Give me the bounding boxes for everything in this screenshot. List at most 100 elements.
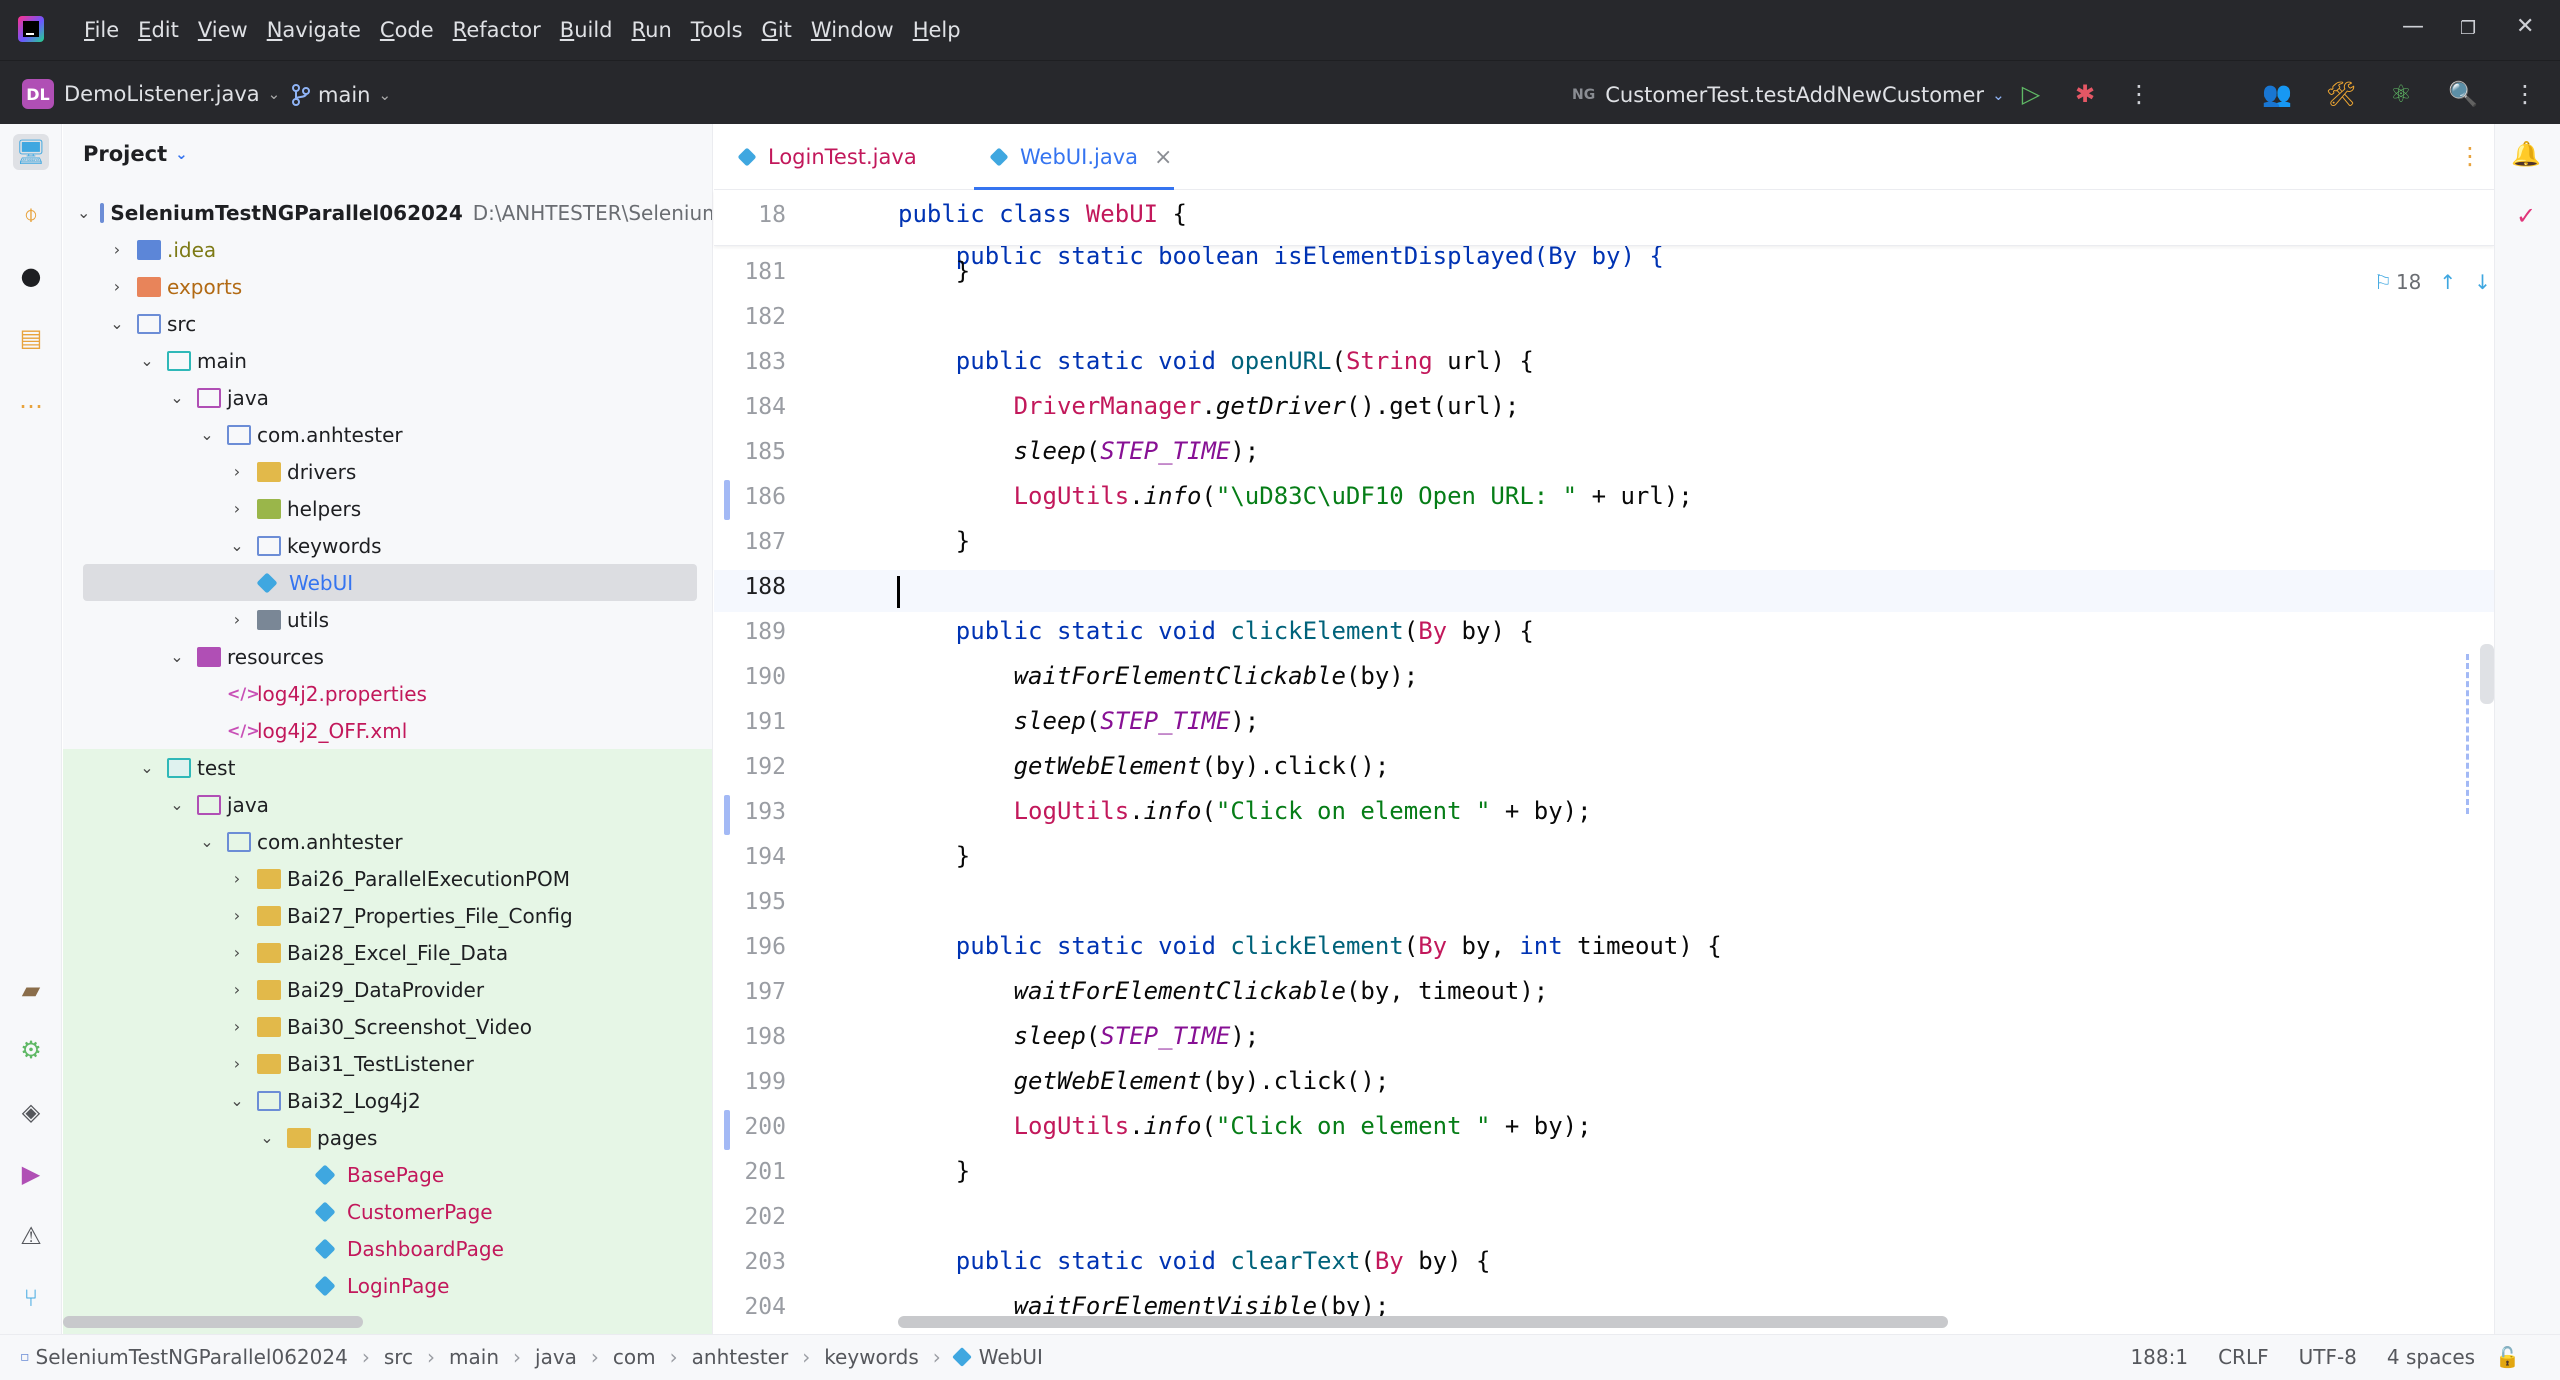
tree-item-java[interactable]: ⌄ java (63, 379, 697, 416)
git-icon[interactable]: ⑂ (13, 1280, 49, 1316)
tree-item-helpers[interactable]: › helpers (63, 490, 697, 527)
sticky-scroll-header[interactable]: 18 public class WebUI { ⚐ 18 ↑ ↓ (714, 190, 2494, 294)
tree-item-src[interactable]: ⌄ src (63, 305, 697, 342)
chevron-down-icon[interactable]: ⌄ (197, 425, 217, 444)
tree-item-bai32[interactable]: ⌄ Bai32_Log4j2 (63, 1082, 697, 1119)
chevron-right-icon[interactable]: › (227, 906, 247, 925)
tree-item-loginpage[interactable]: LoginPage (63, 1267, 697, 1304)
menu-file[interactable]: File (84, 18, 119, 42)
tree-item-test[interactable]: ⌄ test (63, 749, 697, 786)
tree-item-webui[interactable]: WebUI (83, 564, 697, 601)
tree-item-bai31[interactable]: › Bai31_TestListener (63, 1045, 697, 1082)
more-actions-icon[interactable]: ⋮ (2124, 79, 2154, 109)
tree-item-test-java[interactable]: ⌄ java (63, 786, 697, 823)
menu-refactor[interactable]: Refactor (453, 18, 541, 42)
restore-icon[interactable]: ❐ (2460, 18, 2476, 39)
breadcrumb-item[interactable]: WebUI (979, 1345, 1043, 1369)
chevron-right-icon[interactable]: › (227, 869, 247, 888)
tree-item-bai30[interactable]: › Bai30_Screenshot_Video (63, 1008, 697, 1045)
breadcrumb-item[interactable]: java (535, 1345, 577, 1369)
project-panel-header[interactable]: Project ⌄ (83, 142, 188, 166)
notifications-icon[interactable]: 🔔 (2508, 136, 2544, 172)
debug-icon[interactable]: ✱ (2070, 79, 2100, 109)
breadcrumb-item[interactable]: keywords (824, 1345, 919, 1369)
run-configuration-selector[interactable]: NG CustomerTest.testAddNewCustomer ⌄ (1572, 83, 2005, 107)
tree-item-customerpage[interactable]: CustomerPage (63, 1193, 697, 1230)
caret-position[interactable]: 188:1 (2130, 1345, 2188, 1369)
arrow-up-icon[interactable]: ↑ (2439, 270, 2456, 294)
tree-item-keywords[interactable]: ⌄ keywords (63, 527, 697, 564)
code-area[interactable]: public static boolean isElementDisplayed… (714, 190, 2494, 1320)
breadcrumb-item[interactable]: main (449, 1345, 499, 1369)
services-icon[interactable]: ⚙ (13, 1032, 49, 1068)
tree-item-test-package[interactable]: ⌄ com.anhtester (63, 823, 697, 860)
tree-item-exports[interactable]: › exports (63, 268, 697, 305)
tree-item-pages[interactable]: ⌄ pages (63, 1119, 697, 1156)
chevron-right-icon[interactable]: › (107, 277, 127, 296)
tree-item-basepage[interactable]: BasePage (63, 1156, 697, 1193)
chevron-down-icon[interactable]: ⌄ (167, 647, 187, 666)
search-icon[interactable]: 🔍 (2448, 79, 2478, 109)
chevron-right-icon[interactable]: › (227, 499, 247, 518)
chevron-right-icon[interactable]: › (227, 1054, 247, 1073)
tree-item-drivers[interactable]: › drivers (63, 453, 697, 490)
ai-plugin-icon[interactable]: ✓ (2508, 198, 2544, 234)
project-tool-icon[interactable]: 🖥 (13, 134, 49, 170)
menu-view[interactable]: View (198, 18, 248, 42)
tree-item-bai26[interactable]: › Bai26_ParallelExecutionPOM (63, 860, 697, 897)
breadcrumb-item[interactable]: com (613, 1345, 656, 1369)
tree-item-log4j2-properties[interactable]: </> log4j2.properties (63, 675, 697, 712)
code-with-me-icon[interactable]: 👥 (2262, 79, 2292, 109)
layers-icon[interactable]: ◈ (13, 1094, 49, 1130)
chevron-down-icon[interactable]: ⌄ (167, 388, 187, 407)
terminal-icon[interactable]: ▶ (13, 1156, 49, 1192)
menu-build[interactable]: Build (560, 18, 613, 42)
inspection-widget[interactable]: ⚐ 18 ↑ ↓ (2374, 270, 2491, 294)
menu-window[interactable]: Window (811, 18, 894, 42)
chevron-right-icon[interactable]: › (227, 610, 247, 629)
tree-item-package[interactable]: ⌄ com.anhtester (63, 416, 697, 453)
tree-item-bai29[interactable]: › Bai29_DataProvider (63, 971, 697, 1008)
chevron-down-icon[interactable]: ⌄ (197, 832, 217, 851)
chevron-down-icon[interactable]: ⌄ (137, 758, 157, 777)
breadcrumb-item[interactable]: src (384, 1345, 413, 1369)
branch-selector[interactable]: main ⌄ (292, 83, 391, 107)
build-tools-icon[interactable]: 🛠 (2326, 79, 2356, 109)
menu-help[interactable]: Help (913, 18, 961, 42)
tab-logintest[interactable]: LoginTest.java (737, 124, 958, 190)
run-icon[interactable]: ▷ (2016, 79, 2046, 109)
chevron-right-icon[interactable]: › (227, 980, 247, 999)
menu-tools[interactable]: Tools (691, 18, 743, 42)
tree-item-resources[interactable]: ⌄ resources (63, 638, 697, 675)
commit-icon[interactable]: ⌽ (13, 196, 49, 232)
breadcrumb-item[interactable]: anhtester (692, 1345, 789, 1369)
chevron-right-icon[interactable]: › (107, 240, 127, 259)
chevron-down-icon[interactable]: ⌄ (137, 351, 157, 370)
bookmarks-icon[interactable]: ▰ (13, 972, 49, 1008)
menu-run[interactable]: Run (632, 18, 672, 42)
tree-item-bai28[interactable]: › Bai28_Excel_File_Data (63, 934, 697, 971)
chevron-right-icon[interactable]: › (227, 943, 247, 962)
indent-setting[interactable]: 4 spaces (2387, 1345, 2475, 1369)
project-selector[interactable]: DL DemoListener.java ⌄ (22, 79, 280, 109)
arrow-down-icon[interactable]: ↓ (2474, 270, 2491, 294)
tree-item-bai27[interactable]: › Bai27_Properties_File_Config (63, 897, 697, 934)
tree-item-dashboardpage[interactable]: DashboardPage (63, 1230, 697, 1267)
menu-edit[interactable]: Edit (138, 18, 179, 42)
tab-options-icon[interactable]: ⋮ (2458, 142, 2482, 170)
chevron-down-icon[interactable]: ⌄ (107, 314, 127, 333)
project-tree-h-scrollbar[interactable] (63, 1316, 363, 1328)
file-encoding[interactable]: UTF-8 (2299, 1345, 2357, 1369)
problems-icon[interactable]: ⚠ (13, 1218, 49, 1254)
menu-git[interactable]: Git (762, 18, 792, 42)
menu-navigate[interactable]: Navigate (267, 18, 361, 42)
tree-item-main[interactable]: ⌄ main (63, 342, 697, 379)
chevron-down-icon[interactable]: ⌄ (227, 1091, 247, 1110)
breadcrumb-item[interactable]: SeleniumTestNGParallel062024 (36, 1345, 348, 1369)
menu-code[interactable]: Code (380, 18, 434, 42)
settings-menu-icon[interactable]: ⋮ (2510, 79, 2540, 109)
chevron-down-icon[interactable]: ⌄ (77, 203, 90, 222)
line-separator[interactable]: CRLF (2218, 1345, 2269, 1369)
ai-assistant-icon[interactable]: ⚛ (2386, 79, 2416, 109)
close-tab-icon[interactable]: × (1154, 145, 1172, 170)
